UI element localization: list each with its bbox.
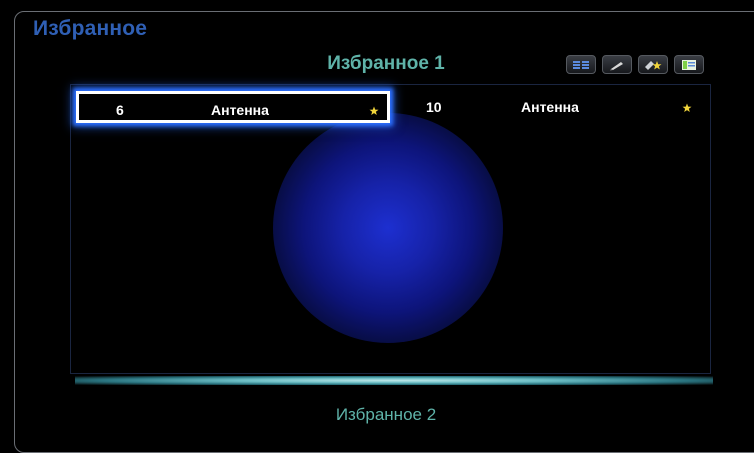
favorite-star-icon	[369, 103, 379, 119]
app-title: Избранное	[33, 17, 148, 40]
list-view-icon	[573, 60, 589, 69]
add-favorite-button[interactable]	[638, 55, 668, 74]
channel-row[interactable]: 10 Антенна	[398, 91, 710, 123]
channel-info-button[interactable]	[674, 55, 704, 74]
channel-list	[70, 84, 711, 374]
next-list-title[interactable]: Избранное 2	[0, 405, 754, 425]
channel-number: 6	[116, 102, 124, 118]
edit-pen-icon	[610, 61, 623, 70]
channel-info-icon	[682, 59, 696, 70]
toolbar	[566, 55, 704, 74]
favorite-star-icon	[682, 100, 692, 116]
channel-number: 10	[426, 99, 442, 115]
list-view-button[interactable]	[566, 55, 596, 74]
edit-button[interactable]	[602, 55, 632, 74]
channel-source: Антенна	[521, 99, 579, 115]
list-divider	[75, 376, 713, 385]
add-favorite-icon	[645, 60, 662, 70]
channel-row-selected[interactable]: 6 Антенна	[76, 91, 390, 123]
channel-source: Антенна	[211, 102, 269, 118]
background-glow	[273, 113, 503, 343]
